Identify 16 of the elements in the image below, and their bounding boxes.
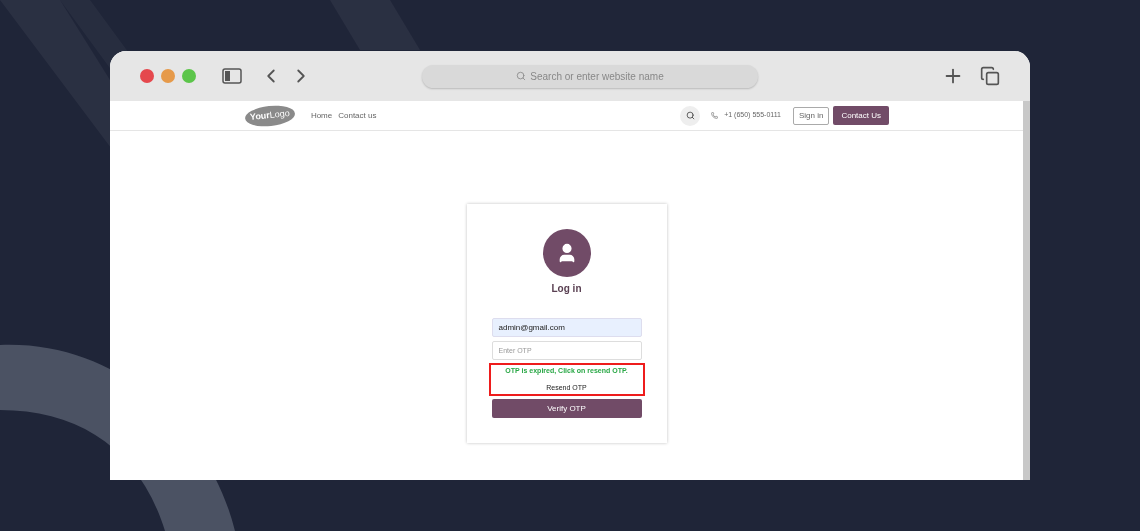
email-field[interactable]: admin@gmail.com bbox=[491, 318, 642, 337]
contact-us-button[interactable]: Contact Us bbox=[833, 106, 889, 125]
login-title: Log in bbox=[551, 282, 582, 296]
search-button[interactable] bbox=[680, 105, 701, 126]
nav-link[interactable]: Home bbox=[310, 109, 333, 122]
nav-link[interactable]: Contact us bbox=[338, 109, 377, 122]
address-placeholder: Search or enter website name bbox=[530, 69, 664, 84]
sign-in-button[interactable]: Sign in bbox=[792, 106, 830, 125]
verify-otp-button[interactable]: Verify OTP bbox=[491, 399, 642, 418]
scrollbar[interactable] bbox=[1023, 101, 1030, 480]
search-icon bbox=[685, 111, 695, 120]
tabs-icon[interactable] bbox=[980, 66, 1000, 86]
search-icon bbox=[516, 71, 527, 81]
logo[interactable]: YourLogo bbox=[244, 103, 296, 128]
sidebar-icon[interactable] bbox=[222, 68, 242, 84]
phone-icon bbox=[711, 112, 719, 119]
